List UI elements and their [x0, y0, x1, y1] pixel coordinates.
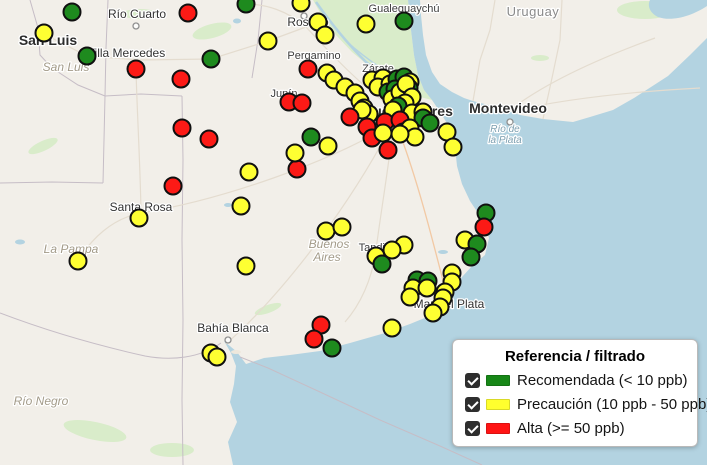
map-label: Río Negro	[14, 394, 69, 408]
legend-swatch-recomendada	[486, 375, 510, 386]
station-marker[interactable]	[463, 249, 480, 266]
legend-checkbox-alta[interactable]	[465, 421, 480, 436]
station-marker[interactable]	[380, 142, 397, 159]
legend-label-recomendada: Recomendada (< 10 ppb)	[517, 372, 688, 389]
map-label: Río Cuarto	[108, 7, 166, 21]
map-label: Villa Mercedes	[87, 46, 165, 60]
station-marker[interactable]	[260, 33, 277, 50]
map-label: la Plata	[488, 135, 522, 146]
station-marker[interactable]	[374, 256, 391, 273]
station-marker[interactable]	[324, 340, 341, 357]
station-marker[interactable]	[233, 198, 250, 215]
station-marker[interactable]	[64, 4, 81, 21]
station-marker[interactable]	[131, 210, 148, 227]
station-marker[interactable]	[300, 61, 317, 78]
station-marker[interactable]	[174, 120, 191, 137]
legend-swatch-alta	[486, 423, 510, 434]
town-dot	[225, 337, 231, 343]
station-marker[interactable]	[402, 289, 419, 306]
station-marker[interactable]	[396, 13, 413, 30]
map-label: Río de	[490, 124, 520, 135]
station-marker[interactable]	[128, 61, 145, 78]
station-marker[interactable]	[422, 115, 439, 132]
station-marker[interactable]	[209, 349, 226, 366]
legend-label-alta: Alta (>= 50 ppb)	[517, 420, 625, 437]
legend-row-recomendada: Recomendada (< 10 ppb)	[465, 372, 687, 389]
legend-checkbox-precaucion[interactable]	[465, 397, 480, 412]
legend-panel: Referencia / filtrado Recomendada (< 10 …	[452, 339, 698, 447]
map-label: Pergamino	[287, 50, 340, 62]
station-marker[interactable]	[358, 16, 375, 33]
map-label: Aires	[312, 250, 340, 264]
station-marker[interactable]	[384, 320, 401, 337]
station-marker[interactable]	[293, 0, 310, 12]
station-marker[interactable]	[445, 139, 462, 156]
legend-row-precaucion: Precaución (10 ppb - 50 ppb)	[465, 396, 687, 413]
station-marker[interactable]	[334, 219, 351, 236]
station-marker[interactable]	[201, 131, 218, 148]
station-marker[interactable]	[203, 51, 220, 68]
station-marker[interactable]	[238, 258, 255, 275]
station-marker[interactable]	[320, 138, 337, 155]
station-marker[interactable]	[306, 331, 323, 348]
station-marker[interactable]	[419, 280, 436, 297]
legend-swatch-precaucion	[486, 399, 510, 410]
map-label: Uruguay	[507, 4, 560, 19]
station-marker[interactable]	[180, 5, 197, 22]
station-marker[interactable]	[476, 219, 493, 236]
map-label: Montevideo	[469, 100, 547, 116]
station-marker[interactable]	[294, 95, 311, 112]
station-marker[interactable]	[238, 0, 255, 13]
station-marker[interactable]	[287, 145, 304, 162]
station-marker[interactable]	[165, 178, 182, 195]
station-marker[interactable]	[318, 223, 335, 240]
station-marker[interactable]	[289, 161, 306, 178]
station-marker[interactable]	[173, 71, 190, 88]
station-marker[interactable]	[392, 126, 409, 143]
station-marker[interactable]	[36, 25, 53, 42]
map-app: { "map": { "marker_colors": { "g": "#1e8…	[0, 0, 707, 465]
station-marker[interactable]	[407, 129, 424, 146]
station-marker[interactable]	[79, 48, 96, 65]
station-marker[interactable]	[303, 129, 320, 146]
station-marker[interactable]	[317, 27, 334, 44]
station-marker[interactable]	[342, 109, 359, 126]
station-marker[interactable]	[375, 125, 392, 142]
legend-label-precaucion: Precaución (10 ppb - 50 ppb)	[517, 396, 707, 413]
station-marker[interactable]	[70, 253, 87, 270]
legend-title: Referencia / filtrado	[463, 348, 687, 365]
tidal-flat	[231, 350, 241, 354]
town-dot	[133, 23, 139, 29]
legend-checkbox-recomendada[interactable]	[465, 373, 480, 388]
map-label: La Pampa	[44, 242, 99, 256]
station-marker[interactable]	[241, 164, 258, 181]
station-marker[interactable]	[425, 305, 442, 322]
legend-row-alta: Alta (>= 50 ppb)	[465, 420, 687, 437]
map-label: Bahía Blanca	[197, 321, 269, 335]
